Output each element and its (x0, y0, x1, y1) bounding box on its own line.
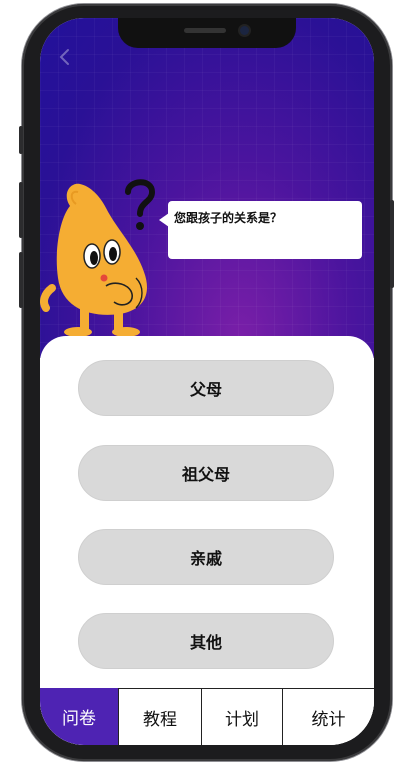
camera-icon (240, 26, 249, 35)
tab-questionnaire[interactable]: 问卷 (40, 688, 118, 745)
option-button-relatives[interactable]: 亲戚 (78, 529, 334, 585)
tab-statistics[interactable]: 统计 (282, 688, 374, 745)
options-card: 父母 祖父母 亲戚 其他 (40, 336, 374, 745)
speech-bubble: 您跟孩子的关系是？ (159, 201, 362, 259)
option-button-parents[interactable]: 父母 (78, 360, 334, 416)
bottom-tab-bar: 问卷 教程 计划 统计 (40, 688, 374, 745)
phone-notch (118, 18, 296, 48)
app-screen: 您跟孩子的关系是？ 父母 祖父母 亲戚 其他 问卷 教程 计划 统计 (40, 18, 374, 745)
tab-plan[interactable]: 计划 (201, 688, 282, 745)
mascot-illustration (40, 179, 156, 337)
chevron-left-icon[interactable] (52, 48, 76, 72)
mute-switch (19, 126, 23, 154)
speaker-grille (184, 28, 226, 33)
tab-tutorial[interactable]: 教程 (118, 688, 201, 745)
power-button (390, 200, 394, 288)
volume-down-button (19, 252, 23, 308)
volume-up-button (19, 182, 23, 238)
option-button-other[interactable]: 其他 (78, 613, 334, 669)
question-text: 您跟孩子的关系是？ (174, 211, 283, 225)
option-button-grandparents[interactable]: 祖父母 (78, 445, 334, 501)
